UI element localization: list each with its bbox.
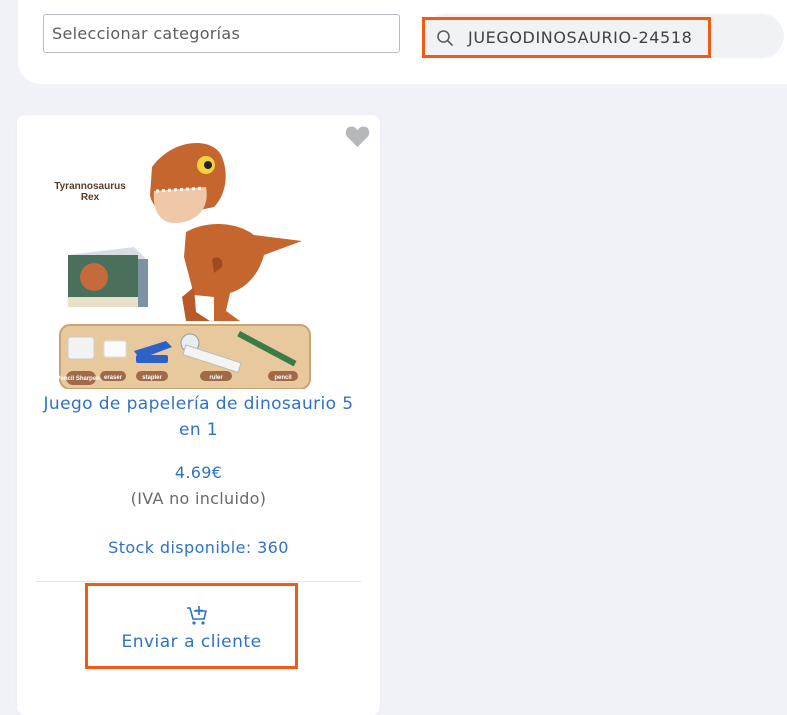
- image-label-stapler: stapler: [142, 375, 162, 381]
- heart-icon[interactable]: [345, 125, 370, 148]
- image-label-title: Tyrannosaurus: [54, 181, 126, 192]
- image-label-ruler: ruler: [209, 375, 223, 381]
- card-divider: [36, 581, 361, 582]
- product-price: 4.69€: [174, 463, 223, 482]
- image-label-pencil: pencil: [274, 375, 292, 381]
- image-label-eraser: eraser: [104, 375, 123, 381]
- search-input[interactable]: JUEGODINOSAURIO-24518: [422, 17, 711, 58]
- image-label-sharpener: Pencil Sharpener: [56, 376, 106, 382]
- svg-text:Rex: Rex: [81, 192, 100, 203]
- tax-note: (IVA no incluido): [130, 489, 267, 508]
- send-to-client-button[interactable]: Enviar a cliente: [85, 583, 298, 669]
- category-select[interactable]: Seleccionar categorías: [43, 14, 400, 53]
- cart-plus-icon: [187, 606, 207, 625]
- product-card: Tyrannosaurus Rex Pencil Sharpener erase…: [17, 115, 380, 715]
- search-icon: [437, 30, 453, 46]
- product-image[interactable]: Tyrannosaurus Rex Pencil Sharpener erase…: [54, 137, 314, 389]
- stock-status: Stock disponible: 360: [108, 538, 289, 557]
- product-title[interactable]: Juego de papelería de dinosaurio 5 en 1: [33, 391, 364, 443]
- send-to-client-label: Enviar a cliente: [121, 632, 262, 652]
- search-input-value: JUEGODINOSAURIO-24518: [468, 28, 693, 47]
